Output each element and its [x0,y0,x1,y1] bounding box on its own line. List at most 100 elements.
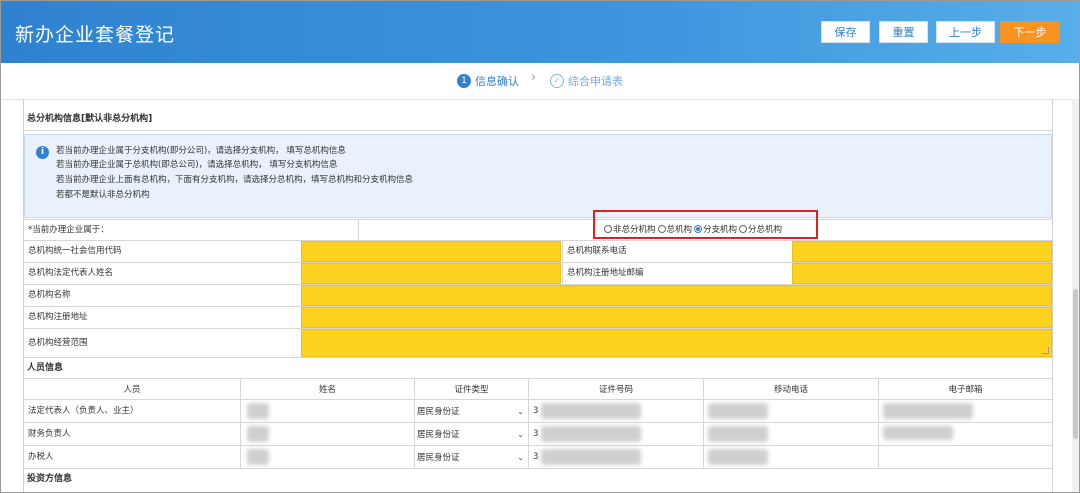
redacted-block [247,449,269,465]
info-line: 若当前办理企业属于分支机构(即分公司)，请选择分支机构， 填写总机构信息 [56,146,346,156]
app-window: 新办企业套餐登记 保存 重置 上一步 下一步 1 信息确认 › ✓ 综合申请表 … [0,0,1080,493]
id-type-select[interactable]: 居民身份证 ⌄ [414,423,528,445]
info-line: 若都不是默认非总分机构 [56,190,150,200]
belong-label-text: *当前办理企业属于： [28,224,109,235]
scrollbar-thumb[interactable] [1073,289,1078,439]
name-cell[interactable] [240,400,414,422]
col-header: 移动电话 [703,379,878,399]
col-header: 证件类型 [414,379,528,399]
hq-name-input[interactable] [301,285,1052,306]
form-row: 总机构法定代表人姓名 总机构注册地址邮编 [24,262,1052,284]
redacted-block [708,426,768,442]
redacted-block [883,403,973,419]
resize-handle-icon[interactable] [1042,347,1049,354]
legal-name-label: 总机构法定代表人姓名 [28,268,114,279]
table-header: 人员 姓名 证件类型 证件号码 移动电话 电子邮箱 [24,378,1052,399]
credit-code-input[interactable] [301,241,561,262]
info-box: i 若当前办理企业属于分支机构(即分公司)，请选择分支机构， 填写总机构信息 若… [24,134,1052,218]
role-cell: 财务负责人 [28,428,71,439]
name-cell[interactable] [240,446,414,468]
step-label: 信息确认 [475,75,519,88]
step-label: 综合申请表 [568,75,623,88]
next-step-button[interactable]: 下一步 [1000,21,1060,43]
step-arrow-icon: › [531,70,537,85]
id-number-prefix: 3 [533,452,539,462]
step-info-confirm[interactable]: 1 信息确认 [457,73,519,89]
id-type-select[interactable]: 居民身份证 ⌄ [414,400,528,422]
reset-button[interactable]: 重置 [879,21,928,43]
id-number-prefix: 3 [533,429,539,439]
redacted-block [541,403,641,419]
section-title-branch: 总分机构信息[默认非总分机构] [27,114,153,124]
check-circle-icon: ✓ [550,74,564,88]
business-scope-label: 总机构经营范围 [28,337,88,348]
info-line: 若当前办理企业上面有总机构，下面有分支机构，请选择分总机构，填写总机构和分支机构… [56,175,414,185]
redacted-block [247,403,269,419]
id-number-cell[interactable]: 3 [528,446,703,468]
id-type-select[interactable]: 居民身份证 ⌄ [414,446,528,468]
col-header: 证件号码 [528,379,703,399]
table-row: 办税人 居民身份证 ⌄ 3 [24,445,1052,468]
mobile-cell[interactable] [703,400,878,422]
id-number-cell[interactable]: 3 [528,400,703,422]
people-section-header: 人员信息 [24,357,1052,378]
redacted-block [708,449,768,465]
investor-section-header: 投资方信息 [24,468,1052,489]
form-row: 总机构经营范围 [24,328,1052,357]
postcode-input[interactable] [792,263,1052,284]
prev-step-button[interactable]: 上一步 [936,21,995,43]
divider [24,130,1052,131]
redacted-block [883,426,953,440]
email-cell[interactable] [878,423,1052,445]
role-cell: 办税人 [28,451,54,462]
hq-address-label: 总机构注册地址 [28,312,88,323]
save-button[interactable]: 保存 [821,21,870,43]
scrollbar[interactable] [1072,99,1079,492]
role-cell: 法定代表人（负责人、业主） [28,405,139,416]
business-scope-textarea[interactable] [301,329,1052,357]
step-application-form[interactable]: ✓ 综合申请表 [550,73,623,89]
redacted-block [541,449,641,465]
postcode-label: 总机构注册地址邮编 [562,263,792,284]
chevron-down-icon: ⌄ [517,452,524,462]
col-header: 电子邮箱 [878,379,1052,399]
info-icon: i [36,146,49,159]
credit-code-label: 总机构统一社会信用代码 [28,246,122,257]
id-number-prefix: 3 [533,406,539,416]
hq-address-input[interactable] [301,307,1052,328]
belong-label: *当前办理企业属于： [24,220,358,240]
mobile-cell[interactable] [703,423,878,445]
name-cell[interactable] [240,423,414,445]
email-cell[interactable] [878,400,1052,422]
id-type-value: 居民身份证 [417,453,460,463]
table-row: 财务负责人 居民身份证 ⌄ 3 [24,422,1052,445]
form-row: 总机构统一社会信用代码 总机构联系电话 [24,240,1052,262]
col-header: 姓名 [240,379,414,399]
legal-name-input[interactable] [301,263,561,284]
redacted-block [708,403,768,419]
chevron-down-icon: ⌄ [517,429,524,439]
phone-label: 总机构联系电话 [562,241,792,262]
page-title: 新办企业套餐登记 [15,24,176,46]
id-number-cell[interactable]: 3 [528,423,703,445]
info-line: 若当前办理企业属于总机构(即总公司)，请选择总机构， 填写分支机构信息 [56,160,338,170]
form-row: 总机构名称 [24,284,1052,306]
section-title-people: 人员信息 [27,363,64,373]
belong-row: *当前办理企业属于： [24,219,1052,240]
step-number-icon: 1 [457,74,471,88]
section-title-investor: 投资方信息 [27,474,73,484]
redacted-block [247,426,269,442]
hq-name-label: 总机构名称 [28,290,71,301]
chevron-down-icon: ⌄ [517,406,524,416]
col-header: 人员 [123,385,141,395]
table-row: 法定代表人（负责人、业主） 居民身份证 ⌄ 3 [24,399,1052,422]
annotation-highlight-box [593,210,818,239]
form-row: 总机构注册地址 [24,306,1052,328]
email-cell[interactable] [878,446,1052,468]
mobile-cell[interactable] [703,446,878,468]
step-indicator: 1 信息确认 › ✓ 综合申请表 [1,63,1079,100]
phone-input[interactable] [792,241,1052,262]
id-type-value: 居民身份证 [417,407,460,417]
redacted-block [541,426,641,442]
id-type-value: 居民身份证 [417,430,460,440]
